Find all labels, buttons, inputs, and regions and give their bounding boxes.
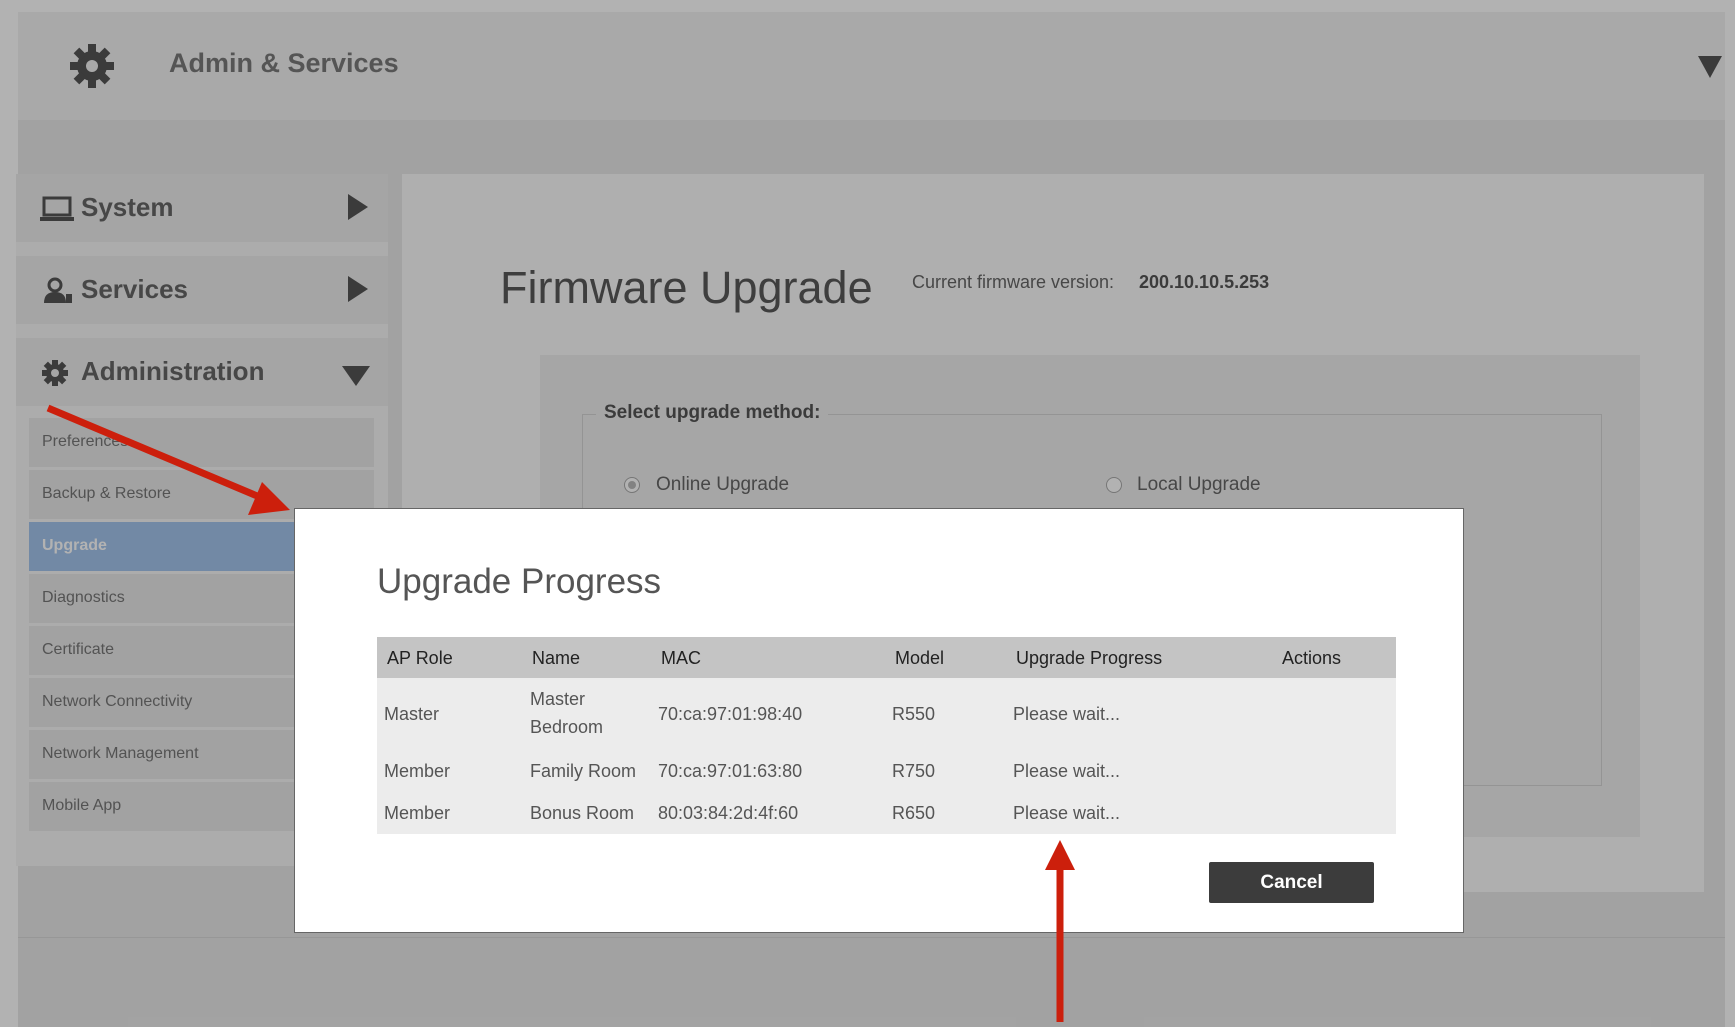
annotation-arrow-progress [1045, 840, 1075, 1022]
annotation-layer [46, 404, 1075, 1022]
annotation-arrow-upgrade [46, 404, 290, 515]
